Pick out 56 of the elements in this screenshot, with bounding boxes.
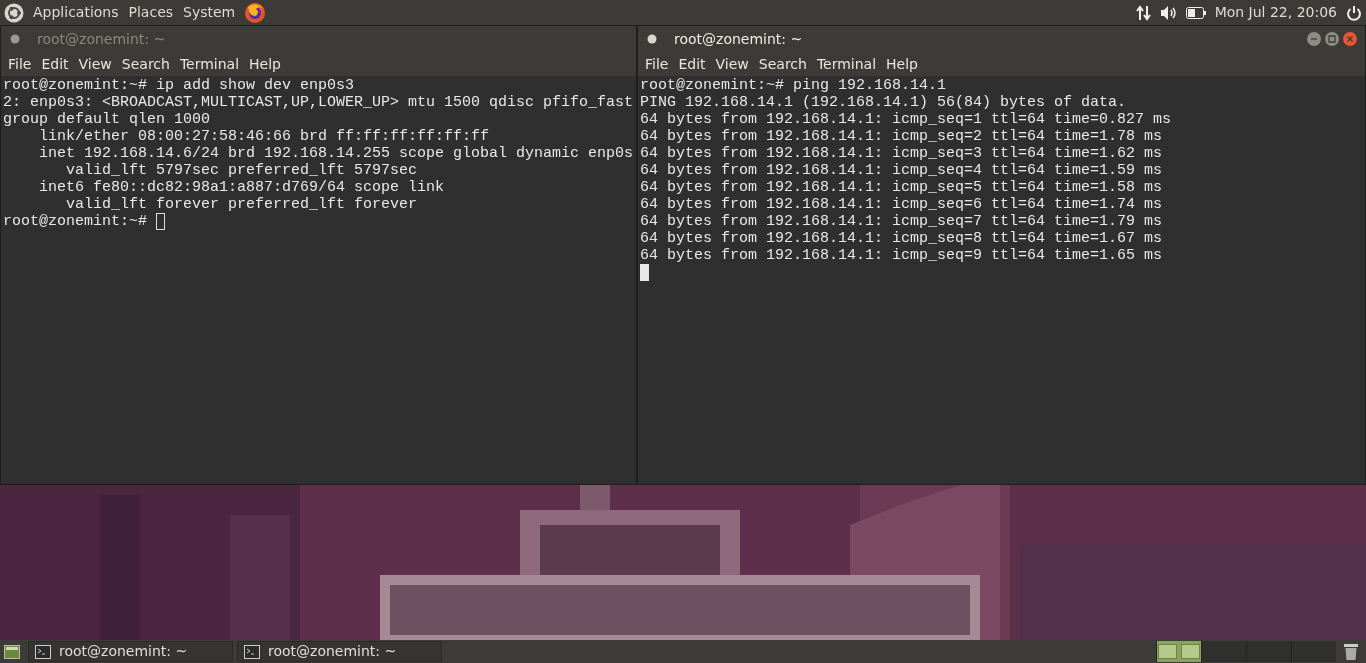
menu-logo-icon[interactable] [4,2,24,23]
menu-item[interactable]: Search [753,53,812,75]
menu-item[interactable]: View [73,53,117,75]
power-icon[interactable] [1346,4,1362,21]
menu-item[interactable]: Terminal [174,53,245,75]
maximize-button[interactable] [1325,32,1339,46]
terminal-line: valid_lft 5797sec preferred_lft 5797sec [65,162,418,179]
network-icon[interactable] [1135,3,1152,22]
terminal-line: group default qlen 1000 [3,111,211,128]
window-title: root@zonemint: ~ [37,29,166,49]
close-button[interactable] [1343,32,1357,46]
terminal-line: 64 bytes from 192.168.14.1: icmp_seq=5 ttl=64 time=1.58 ms [640,179,1163,196]
menu-item[interactable]: File [640,53,674,75]
terminal-line: 64 bytes from 192.168.14.1: icmp_seq=2 ttl=64 time=1.78 ms [640,128,1163,145]
clock[interactable]: Mon Jul 22, 20:06 [1209,2,1342,23]
taskbar-button[interactable]: root@zonemint: ~ [28,641,233,662]
panel-menu[interactable]: Places [123,2,179,23]
terminal-icon [244,644,260,659]
terminal-line: root@zonemint:~# [3,213,148,230]
terminal-line: inet 192.168.14.6/24 brd 192.168.14.255 scope global dynamic enp0s [38,145,634,162]
terminal-line: 64 bytes from 192.168.14.1: icmp_seq=4 ttl=64 time=1.59 ms [640,162,1163,179]
terminal-line: inet6 fe80::dc82:98a1:a887:d769/64 scope link [38,179,445,196]
workspace-button[interactable] [1156,641,1201,662]
menu-item[interactable]: Terminal [811,53,882,75]
terminal-line: 64 bytes from 192.168.14.1: icmp_seq=3 ttl=64 time=1.62 ms [640,145,1163,162]
menu-item[interactable]: Help [881,53,923,75]
taskbar-button[interactable]: root@zonemint: ~ [237,641,442,662]
menu-item[interactable]: Edit [36,53,74,75]
terminal-line: 64 bytes from 192.168.14.1: icmp_seq=1 ttl=64 time=0.827 ms [640,111,1172,128]
terminal-line: valid_lft forever preferred_lft forever [65,196,418,213]
terminal-line: 64 bytes from 192.168.14.1: icmp_seq=8 ttl=64 time=1.67 ms [640,230,1163,247]
minimize-button[interactable] [1307,32,1321,46]
menu-item[interactable]: File [3,53,37,75]
volume-icon[interactable] [1159,4,1178,21]
terminal-line: 2: enp0s3: <BROADCAST,MULTICAST,UP,LOWER_UP> mtu 1500 qdisc pfifo_fast [3,94,634,111]
menu-item[interactable]: Search [116,53,175,75]
menu-item[interactable]: Help [244,53,286,75]
terminal-icon [35,644,51,659]
window-menu-icon[interactable] [646,33,658,45]
terminal-line: root@zonemint:~# ping 192.168.14.1 [640,77,947,94]
panel-menu[interactable]: Applications [28,2,124,23]
terminal-line: PING 192.168.14.1 (192.168.14.1) 56(84) bytes of data. [640,94,1127,111]
terminal-line: root@zonemint:~# ip add show dev enp0s3 [3,77,355,94]
battery-icon[interactable] [1185,6,1206,19]
panel-menu[interactable]: System [178,2,241,23]
browser-icon[interactable] [244,1,267,24]
menu-item[interactable]: Edit [673,53,711,75]
show-desktop-icon[interactable] [4,644,20,659]
menu-item[interactable]: View [710,53,754,75]
terminal-line: link/ether 08:00:27:58:46:66 brd ff:ff:ff:ff:ff:ff [38,128,490,145]
trash-icon[interactable] [1344,642,1358,661]
window-title: root@zonemint: ~ [674,29,803,49]
terminal-line: 64 bytes from 192.168.14.1: icmp_seq=7 ttl=64 time=1.79 ms [640,213,1163,230]
terminal-line: 64 bytes from 192.168.14.1: icmp_seq=6 ttl=64 time=1.74 ms [640,196,1163,213]
window-menu-icon[interactable] [9,33,21,45]
terminal-line: 64 bytes from 192.168.14.1: icmp_seq=9 ttl=64 time=1.65 ms [640,247,1163,264]
